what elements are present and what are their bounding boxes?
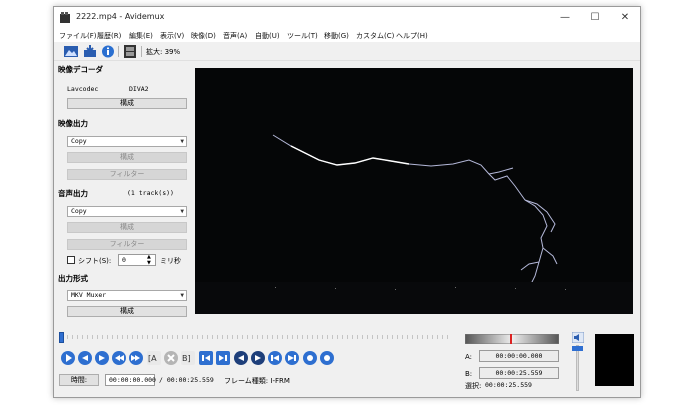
save-file-icon[interactable] [83,45,97,58]
set-marker-a-icon[interactable]: [A [147,351,161,365]
video-configure-button[interactable]: 構成 [67,152,187,163]
prev-keyframe-icon[interactable] [199,351,213,365]
chevron-down-icon: ▼ [180,208,184,215]
audio-codec-select[interactable]: Copy ▼ [67,206,187,217]
open-file-icon[interactable] [64,45,78,58]
frame-type: フレーム種類: I-FRM [224,377,290,385]
zoom-level: 拡大: 39% [146,48,181,56]
minimize-button[interactable]: — [550,7,580,29]
marker-b-label: B: [465,370,473,378]
selection-label: 選択: [465,382,482,390]
marker-a-label: A: [465,353,473,361]
delete-icon[interactable] [164,351,178,365]
toolbar: 拡大: 39% [54,43,640,61]
menu-video[interactable]: 映像(D) [191,31,216,41]
selection-value: 00:00:25.559 [485,381,532,389]
set-marker-b-icon[interactable]: B] [181,351,195,365]
total-time: / 00:00:25.559 [159,376,214,384]
forward-icon[interactable] [95,351,109,365]
toolbar-separator [141,46,142,57]
muxer-configure-button[interactable]: 構成 [67,306,187,317]
time-button[interactable]: 時間: [59,374,99,386]
svg-text:B]: B] [182,354,191,363]
audio-configure-button[interactable]: 構成 [67,222,187,233]
menu-history[interactable]: 履歴(R) [97,31,121,41]
video-codec-value: Copy [71,137,87,145]
svg-text:[A: [A [148,354,157,363]
next-frame-icon[interactable] [129,351,143,365]
menu-help[interactable]: ヘルプ(H) [396,31,428,41]
toolbar-separator [118,46,119,57]
decoder-configure-button[interactable]: 構成 [67,98,187,109]
shift-label: シフト(S): [78,257,112,265]
current-time-value: 00:00:00.000 [109,376,156,384]
current-time-field[interactable]: 00:00:00.000 [105,374,156,386]
seek-back-icon[interactable] [303,351,317,365]
menu-edit[interactable]: 編集(E) [129,31,153,41]
maximize-button[interactable]: ☐ [580,7,610,29]
marker-b-field: 00:00:25.559 [479,367,559,379]
decoder-codec-value: DIVA2 [129,85,149,93]
menu-go[interactable]: 移動(G) [324,31,349,41]
seek-forward-icon[interactable] [320,351,334,365]
app-window: 2222.mp4 - Avidemux — ☐ ✕ ファイル(F) 履歴(R) … [53,6,641,398]
audio-codec-value: Copy [71,207,87,215]
marker-a-field: 00:00:00.000 [479,350,559,362]
next-keyframe-icon[interactable] [216,351,230,365]
title-bar: 2222.mp4 - Avidemux — ☐ ✕ [54,7,640,29]
video-preview [195,68,633,314]
close-button[interactable]: ✕ [610,7,640,29]
audio-filters-button[interactable]: フィルター [67,239,187,250]
jog-shuttle[interactable] [465,334,559,344]
thumbnail-preview [595,334,634,386]
menu-custom[interactable]: カスタム(C) [356,31,394,41]
timeline-slider-thumb[interactable] [59,332,64,343]
goto-marker-a-icon[interactable] [234,351,248,365]
muxer-value: MKV Muxer [71,291,107,299]
muxer-select[interactable]: MKV Muxer ▼ [67,290,187,301]
video-filters-button[interactable]: フィルター [67,169,187,180]
speaker-icon[interactable] [572,332,584,343]
film-strip-icon[interactable] [123,45,137,58]
info-icon[interactable] [101,45,115,58]
play-button[interactable] [61,351,75,365]
video-codec-select[interactable]: Copy ▼ [67,136,187,147]
shift-checkbox[interactable] [67,256,75,264]
menu-tools[interactable]: ツール(T) [287,31,318,41]
audio-track-count: (1 track(s)) [127,189,174,197]
shift-value: 0 [122,256,126,264]
menu-auto[interactable]: 自動(U) [255,31,280,41]
output-format-title: 出力形式 [58,274,88,283]
last-frame-icon[interactable] [285,351,299,365]
window-title: 2222.mp4 - Avidemux [76,12,165,21]
chevron-down-icon: ▼ [180,138,184,145]
video-output-title: 映像出力 [58,119,88,128]
goto-marker-b-icon[interactable] [251,351,265,365]
lightning-frame-image [195,134,633,314]
avidemux-icon [60,12,70,23]
volume-slider-thumb[interactable] [572,346,583,351]
marker-b-value: 00:00:25.559 [495,369,543,377]
volume-slider-track[interactable] [576,345,579,391]
rewind-icon[interactable] [78,351,92,365]
first-frame-icon[interactable] [268,351,282,365]
menu-audio[interactable]: 音声(A) [223,31,247,41]
spin-arrows-icon[interactable]: ▲ ▼ [147,254,151,266]
timeline-scale[interactable] [62,332,452,342]
decoder-codec-label: Lavcodec [67,85,99,93]
menu-bar: ファイル(F) 履歴(R) 編集(E) 表示(V) 映像(D) 音声(A) 自動… [54,29,640,42]
audio-output-title: 音声出力 [58,189,88,198]
menu-view[interactable]: 表示(V) [160,31,184,41]
marker-a-value: 00:00:00.000 [495,352,543,360]
prev-frame-icon[interactable] [112,351,126,365]
chevron-down-icon: ▼ [180,292,184,299]
menu-file[interactable]: ファイル(F) [59,31,97,41]
shift-unit: ミリ秒 [160,257,181,265]
video-decoder-title: 映像デコーダ [58,65,103,74]
